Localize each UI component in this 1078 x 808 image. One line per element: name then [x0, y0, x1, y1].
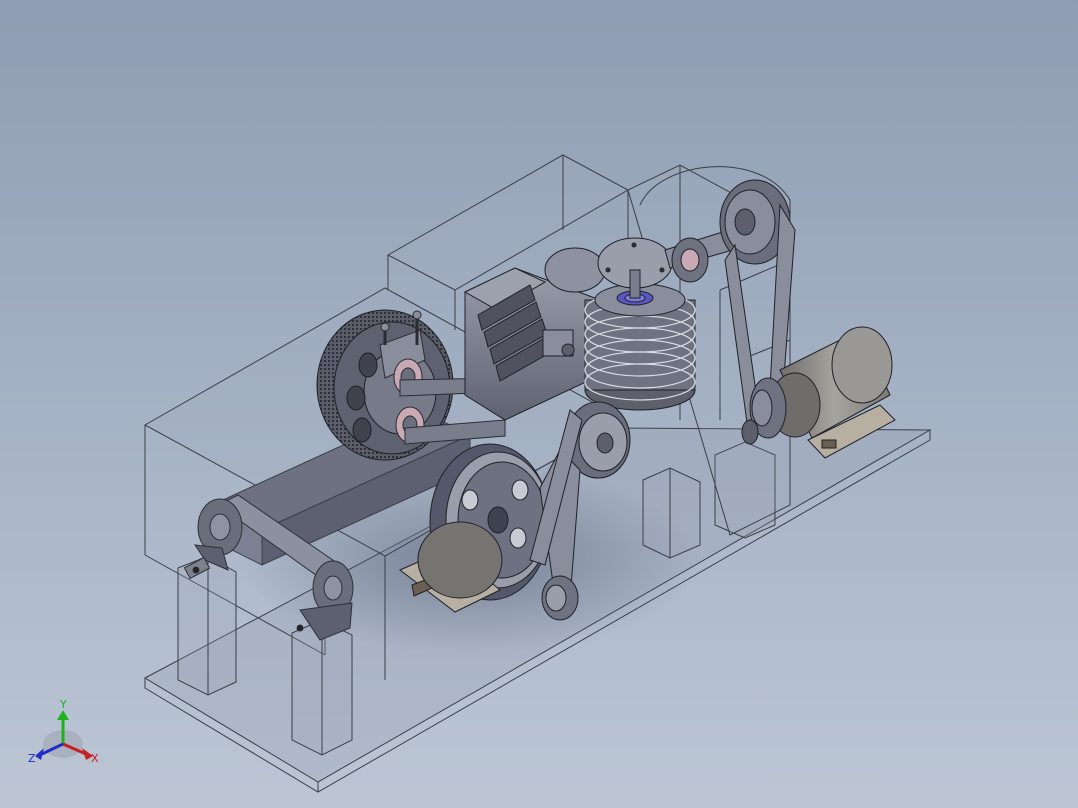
finned-cylinder[interactable] [584, 283, 696, 411]
coordinate-triad[interactable]: Y X Z [28, 698, 99, 765]
z-axis-label: Z [28, 752, 36, 765]
machine-assembly-model[interactable]: Y X Z [0, 0, 1078, 808]
y-axis-head [57, 710, 69, 720]
cad-graphics-viewport[interactable]: Y X Z [0, 0, 1078, 808]
x-axis-label: X [91, 752, 99, 765]
y-axis-label: Y [59, 698, 67, 711]
